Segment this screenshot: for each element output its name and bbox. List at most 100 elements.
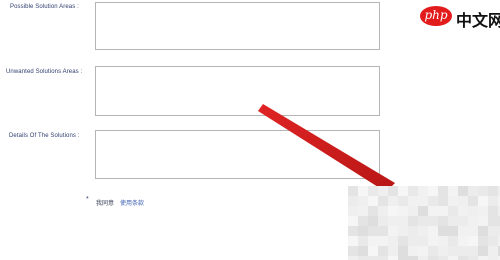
unwanted-solutions-areas-input[interactable] <box>95 66 380 116</box>
mosaic-tile <box>428 216 438 226</box>
mosaic-tile <box>468 236 478 246</box>
mosaic-tile <box>348 206 358 216</box>
mosaic-tile <box>478 186 488 196</box>
mosaic-tile <box>428 236 438 246</box>
mosaic-tile <box>358 226 368 236</box>
mosaic-tile <box>478 206 488 216</box>
mosaic-tile <box>468 246 478 256</box>
possible-solution-areas-label: Possible Solution Areas : <box>10 4 79 10</box>
mosaic-tile <box>378 196 388 206</box>
mosaic-tile <box>438 246 448 256</box>
mosaic-tile <box>348 196 358 206</box>
mosaic-tile <box>448 226 458 236</box>
mosaic-tile <box>458 256 468 260</box>
pixelated-region <box>348 186 500 260</box>
possible-solution-areas-input[interactable] <box>95 2 380 50</box>
mosaic-tile <box>348 226 358 236</box>
mosaic-tile <box>408 246 418 256</box>
mosaic-tile <box>358 246 368 256</box>
mosaic-tile <box>438 196 448 206</box>
mosaic-tile <box>398 236 408 246</box>
mosaic-tile <box>458 236 468 246</box>
mosaic-tile <box>348 246 358 256</box>
mosaic-tile <box>458 226 468 236</box>
mosaic-tile <box>458 186 468 196</box>
mosaic-tile <box>488 246 498 256</box>
mosaic-tile <box>478 256 488 260</box>
mosaic-tile <box>398 186 408 196</box>
mosaic-tile <box>448 236 458 246</box>
mosaic-tile <box>428 206 438 216</box>
mosaic-tile <box>368 246 378 256</box>
mosaic-tile <box>378 256 388 260</box>
mosaic-tile <box>398 216 408 226</box>
mosaic-tile <box>398 226 408 236</box>
mosaic-tile <box>388 186 398 196</box>
mosaic-tile <box>488 216 498 226</box>
mosaic-tile <box>408 196 418 206</box>
mosaic-tile <box>438 216 448 226</box>
mosaic-tile <box>488 256 498 260</box>
mosaic-tile <box>448 186 458 196</box>
mosaic-tile <box>428 186 438 196</box>
mosaic-tile <box>448 246 458 256</box>
mosaic-tile <box>468 226 478 236</box>
mosaic-tile <box>348 256 358 260</box>
mosaic-tile <box>358 256 368 260</box>
mosaic-tile <box>388 246 398 256</box>
mosaic-tile <box>438 206 448 216</box>
mosaic-tile <box>488 236 498 246</box>
mosaic-tile <box>428 246 438 256</box>
mosaic-tile <box>488 186 498 196</box>
agree-label: 我同意 <box>96 201 115 207</box>
mosaic-tile <box>418 256 428 260</box>
mosaic-tile <box>388 206 398 216</box>
mosaic-tile <box>398 256 408 260</box>
mosaic-tile <box>398 196 408 206</box>
mosaic-tile <box>358 216 368 226</box>
mosaic-tile <box>418 226 428 236</box>
mosaic-tile <box>418 196 428 206</box>
mosaic-tile <box>458 216 468 226</box>
mosaic-tile <box>408 206 418 216</box>
mosaic-tile <box>378 246 388 256</box>
php-badge-text: php <box>424 8 448 22</box>
watermark-text: 中文网 <box>456 13 500 30</box>
mosaic-tile <box>468 216 478 226</box>
mosaic-tile <box>468 256 478 260</box>
mosaic-tile <box>408 216 418 226</box>
mosaic-tile <box>478 216 488 226</box>
mosaic-tile <box>428 226 438 236</box>
mosaic-tile <box>348 216 358 226</box>
mosaic-tile <box>378 186 388 196</box>
mosaic-tile <box>358 186 368 196</box>
mosaic-tile <box>458 196 468 206</box>
mosaic-tile <box>438 256 448 260</box>
mosaic-tile <box>468 206 478 216</box>
mosaic-tile <box>388 256 398 260</box>
mosaic-tile <box>438 236 448 246</box>
terms-of-use-link[interactable]: 使用条款 <box>120 198 144 207</box>
mosaic-tile <box>368 186 378 196</box>
mosaic-tile <box>488 226 498 236</box>
mosaic-tile <box>368 216 378 226</box>
mosaic-tile <box>448 256 458 260</box>
mosaic-tile <box>348 236 358 246</box>
php-cn-watermark-logo: php 中文网 <box>420 4 500 30</box>
details-of-the-solutions-input[interactable] <box>95 130 380 179</box>
mosaic-tile <box>358 196 368 206</box>
mosaic-tile <box>448 216 458 226</box>
mosaic-tile <box>408 256 418 260</box>
mosaic-tile <box>428 196 438 206</box>
mosaic-tile <box>408 186 418 196</box>
mosaic-tile <box>358 206 368 216</box>
mosaic-tile <box>418 236 428 246</box>
mosaic-tile <box>478 196 488 206</box>
mosaic-tile <box>418 246 428 256</box>
mosaic-tile <box>368 236 378 246</box>
mosaic-tile <box>378 236 388 246</box>
mosaic-tile <box>378 206 388 216</box>
mosaic-tile <box>368 206 378 216</box>
details-of-the-solutions-label: Details Of The Solutions : <box>9 133 80 139</box>
mosaic-tile <box>478 246 488 256</box>
